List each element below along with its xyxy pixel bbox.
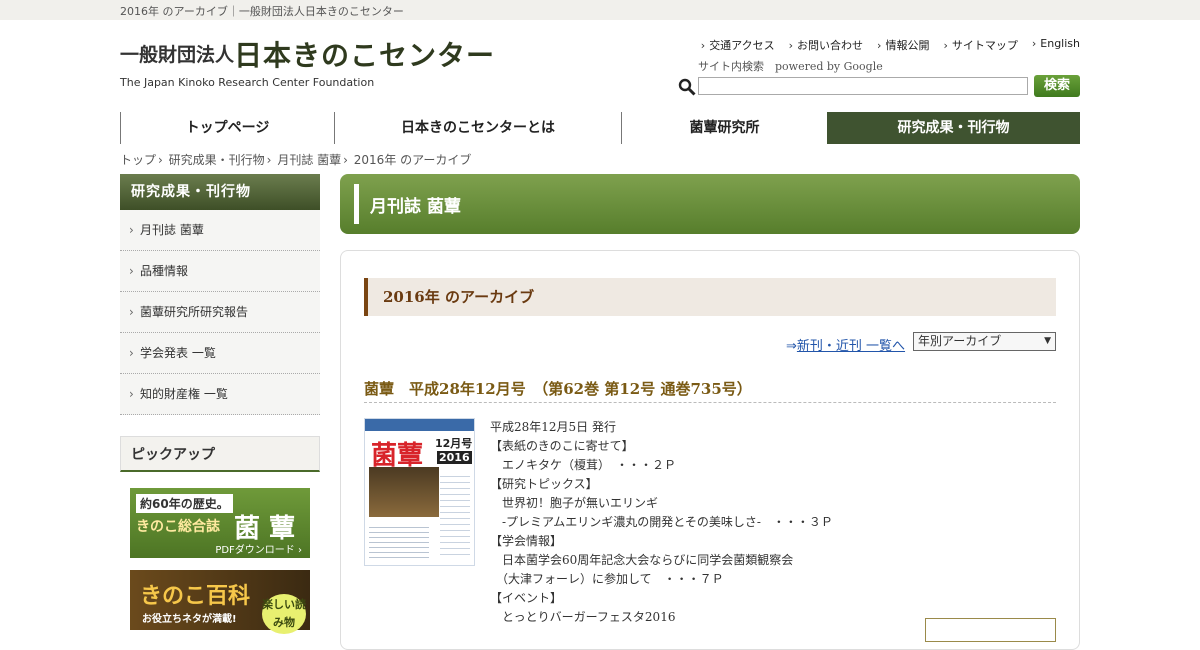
- sidebar-item-varieties[interactable]: 品種情報: [120, 251, 320, 292]
- section-header-bar: [354, 184, 359, 224]
- breadcrumb-separator: ›: [266, 153, 272, 167]
- archive-select-value: 年別アーカイブ: [918, 334, 1002, 348]
- issue-line: とっとりバーガーフェスタ2016: [490, 610, 676, 624]
- kinoko-encyclopedia-banner[interactable]: きのこ百科 お役立ちネタが満載! 楽しい読み物: [130, 570, 310, 634]
- breadcrumb-top[interactable]: トップ: [120, 153, 156, 167]
- sidebar: 研究成果・刊行物 月刊誌 菌蕈 品種情報 菌蕈研究所研究報告 学会発表 一覧 知…: [120, 174, 320, 415]
- header-link-disclosure[interactable]: 情報公開: [877, 37, 929, 53]
- issue-line: -プレミアムエリンギ濃丸の開発とその美味しさ- ・・・３Ｐ: [490, 515, 833, 529]
- sidebar-item-presentations[interactable]: 学会発表 一覧: [120, 333, 320, 374]
- sidebar-title: 研究成果・刊行物: [120, 174, 320, 210]
- header-link-access[interactable]: 交通アクセス: [701, 37, 774, 53]
- global-nav: トップページ 日本きのこセンターとは 菌蕈研究所 研究成果・刊行物: [120, 112, 1080, 144]
- banner2-badge: 楽しい読み物: [262, 594, 306, 634]
- magazine-pdf-banner[interactable]: 約60年の歴史。 きのこ総合誌 菌 蕈 PDFダウンロード ›: [130, 488, 310, 558]
- cover-mushroom-photo: [369, 467, 439, 517]
- issue-title[interactable]: 菌蕈 平成28年12月号 （第62巻 第12号 通巻735号）: [364, 378, 1056, 403]
- cover-top-band: [365, 419, 474, 431]
- header-nav: 交通アクセス お問い合わせ 情報公開 サイトマップ English: [701, 37, 1080, 53]
- new-issues-link[interactable]: 新刊・近刊 一覧へ: [797, 339, 905, 354]
- logo-name[interactable]: 日本きのこセンター: [234, 34, 495, 74]
- banner2-title: きのこ百科: [140, 584, 251, 609]
- nav-top-page[interactable]: トップページ: [120, 112, 334, 144]
- banner-magazine-name: 菌 蕈: [234, 514, 296, 544]
- page-title-bar: 2016年 のアーカイブ｜一般財団法人日本きのこセンター: [120, 5, 404, 18]
- issue-cover-image[interactable]: 菌蕈 12月号 2016: [364, 418, 475, 566]
- search-label: サイト内検索 powered by Google: [698, 60, 883, 73]
- issue-line: 【研究トピックス】: [490, 477, 598, 491]
- top-bar: 2016年 のアーカイブ｜一般財団法人日本きのこセンター: [0, 0, 1200, 20]
- issue-line: 【イベント】: [490, 591, 563, 605]
- sidebar-item-patents[interactable]: 知的財産権 一覧: [120, 374, 320, 415]
- arrow-icon: ⇒: [786, 339, 797, 354]
- breadcrumb-research[interactable]: 研究成果・刊行物: [169, 153, 265, 167]
- banner2-subtitle: お役立ちネタが満載!: [142, 614, 237, 625]
- issue-contents: 平成28年12月5日 発行 【表紙のきのこに寄せて】 エノキタケ（榎茸） ・・・…: [490, 418, 833, 627]
- search-input[interactable]: [698, 77, 1028, 95]
- issue-line: 世界初！胞子が無いエリンギ: [490, 496, 659, 510]
- issue-line: エノキタケ（榎茸） ・・・２Ｐ: [490, 458, 677, 472]
- breadcrumb-magazine[interactable]: 月刊誌 菌蕈: [277, 153, 341, 167]
- header-link-english[interactable]: English: [1032, 37, 1080, 53]
- logo-english: The Japan Kinoko Research Center Foundat…: [120, 76, 375, 89]
- issue-detail-button[interactable]: [925, 618, 1056, 642]
- search-icon: [678, 78, 696, 96]
- nav-research-publications[interactable]: 研究成果・刊行物: [827, 112, 1080, 144]
- logo-prefix[interactable]: 一般財団法人: [120, 40, 234, 67]
- breadcrumb-current: 2016年 のアーカイブ: [353, 153, 472, 167]
- chevron-down-icon: ▼: [1044, 336, 1051, 346]
- issue-line: （大津フォーレ）に参加して ・・・７Ｐ: [490, 572, 724, 586]
- banner-pdf-download: PDFダウンロード ›: [215, 545, 302, 556]
- header-link-contact[interactable]: お問い合わせ: [789, 37, 863, 53]
- pickup-title: ピックアップ: [120, 436, 320, 472]
- breadcrumb-separator: ›: [158, 153, 163, 167]
- issue-line: 平成28年12月5日 発行: [490, 420, 616, 434]
- header-link-sitemap[interactable]: サイトマップ: [943, 37, 1018, 53]
- nav-institute[interactable]: 菌蕈研究所: [621, 112, 827, 144]
- cover-month: 12月号: [435, 437, 473, 450]
- new-issues-link-wrap: ⇒新刊・近刊 一覧へ: [786, 335, 905, 354]
- sidebar-item-magazine[interactable]: 月刊誌 菌蕈: [120, 210, 320, 251]
- issue-line: 【表紙のきのこに寄せて】: [490, 439, 634, 453]
- year-heading: 2016年 のアーカイブ: [364, 278, 1056, 316]
- cover-year: 2016: [437, 451, 472, 464]
- section-header: 月刊誌 菌蕈: [340, 174, 1080, 234]
- nav-about[interactable]: 日本きのこセンターとは: [334, 112, 621, 144]
- cover-text-lines: [369, 523, 429, 561]
- breadcrumb-separator: ›: [343, 153, 348, 167]
- section-title: 月刊誌 菌蕈: [370, 197, 461, 217]
- breadcrumb: トップ › 研究成果・刊行物 › 月刊誌 菌蕈 › 2016年 のアーカイブ: [120, 151, 471, 168]
- banner-history-text: 約60年の歴史。: [136, 494, 233, 513]
- issue-line: 【学会情報】: [490, 534, 563, 548]
- archive-year-select[interactable]: 年別アーカイブ ▼: [913, 332, 1056, 351]
- cover-side-lines: [440, 471, 470, 559]
- issue-line: 日本菌学会60周年記念大会ならびに同学会菌類観察会: [490, 553, 794, 567]
- banner-magazine-text: きのこ総合誌: [136, 519, 220, 535]
- search-button[interactable]: 検索: [1034, 75, 1080, 97]
- sidebar-item-reports[interactable]: 菌蕈研究所研究報告: [120, 292, 320, 333]
